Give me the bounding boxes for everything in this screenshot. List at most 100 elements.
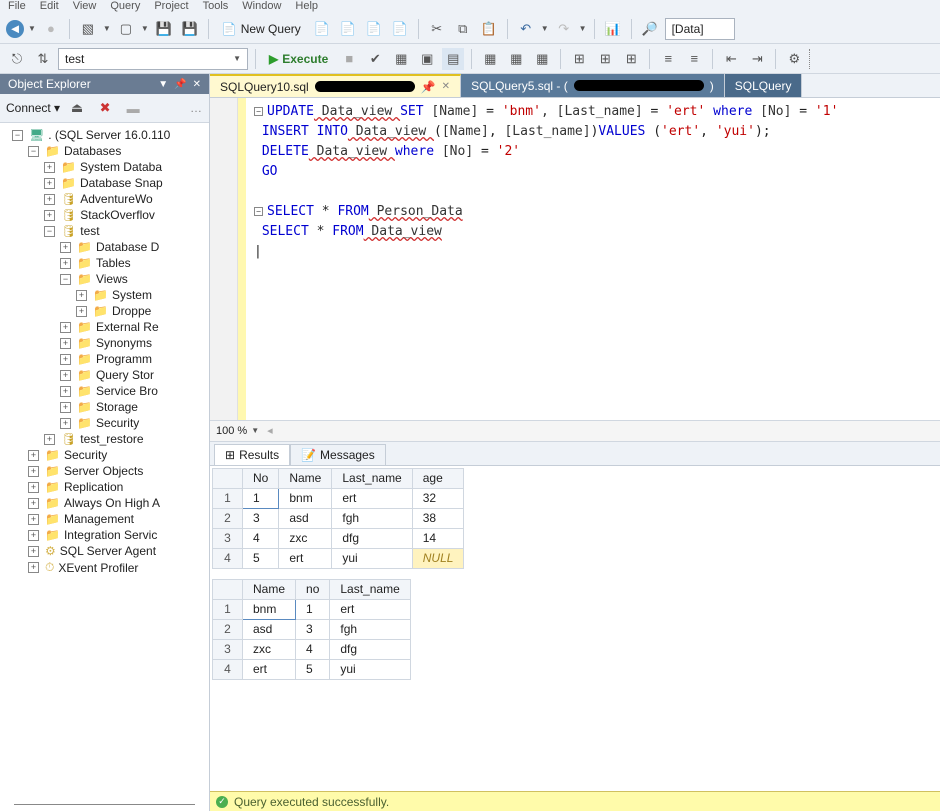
- connect-button[interactable]: Connect ▾: [6, 101, 60, 115]
- code-area[interactable]: −UPDATE Data_view SET [Name] = 'bnm', [L…: [246, 98, 940, 420]
- find-combo[interactable]: [Data]: [665, 18, 735, 40]
- database-diagrams[interactable]: +📁Database D: [0, 239, 209, 255]
- cell[interactable]: dfg: [332, 528, 412, 548]
- expand-icon[interactable]: −: [44, 226, 55, 237]
- collapse-icon[interactable]: −: [254, 107, 263, 116]
- security-folder[interactable]: +📁Security: [0, 447, 209, 463]
- back-dropdown[interactable]: ▼: [28, 24, 36, 33]
- expand-icon[interactable]: +: [60, 322, 71, 333]
- system-databases[interactable]: +📁System Databa: [0, 159, 209, 175]
- object-tree[interactable]: −🖥. (SQL Server 16.0.110−📁Databases+📁Sys…: [0, 123, 209, 798]
- column-header[interactable]: no: [296, 579, 330, 599]
- external-resources[interactable]: +📁External Re: [0, 319, 209, 335]
- forward-button[interactable]: ●: [40, 18, 62, 40]
- expand-icon[interactable]: +: [60, 242, 71, 253]
- expand-icon[interactable]: +: [28, 450, 39, 461]
- save-icon[interactable]: 💾: [153, 18, 175, 40]
- indent-icon[interactable]: ⇤: [720, 48, 742, 70]
- cell[interactable]: 1: [243, 488, 279, 508]
- dmx-query-icon[interactable]: 📄: [337, 18, 359, 40]
- sql-server-agent[interactable]: +⚙SQL Server Agent: [0, 543, 209, 559]
- expand-icon[interactable]: +: [76, 306, 87, 317]
- cell[interactable]: 32: [412, 488, 464, 508]
- collapse-icon[interactable]: −: [254, 207, 263, 216]
- menu-item[interactable]: Edit: [40, 0, 59, 12]
- results-tab[interactable]: ⊞ Results: [214, 444, 290, 465]
- menu-item[interactable]: Window: [242, 0, 281, 12]
- execute-button[interactable]: ▶ Execute: [263, 48, 334, 70]
- expand-icon[interactable]: −: [12, 130, 23, 141]
- cell[interactable]: ert: [332, 488, 412, 508]
- expand-icon[interactable]: +: [76, 290, 87, 301]
- service-broker-folder[interactable]: +📁Service Bro: [0, 383, 209, 399]
- cell[interactable]: 2: [213, 508, 243, 528]
- parse-icon[interactable]: ✔: [364, 48, 386, 70]
- table-row[interactable]: 1bnm1ert: [213, 599, 411, 619]
- cell[interactable]: bnm: [279, 488, 332, 508]
- column-header[interactable]: Name: [279, 468, 332, 488]
- expand-icon[interactable]: +: [28, 562, 39, 573]
- menu-item[interactable]: Query: [110, 0, 140, 12]
- database-snapshots[interactable]: +📁Database Snap: [0, 175, 209, 191]
- pin-tab-icon[interactable]: 📌: [421, 80, 436, 94]
- intellisense-icon[interactable]: ▤: [442, 48, 464, 70]
- splitter-grip-icon[interactable]: ◂: [267, 424, 273, 437]
- estimated-plan-icon[interactable]: ▦: [390, 48, 412, 70]
- uncomment-icon[interactable]: ≡: [683, 48, 705, 70]
- integration-services-folder[interactable]: +📁Integration Servic: [0, 527, 209, 543]
- db-security-folder[interactable]: +📁Security: [0, 415, 209, 431]
- undo-icon[interactable]: ↶: [515, 18, 537, 40]
- dropped-ledger[interactable]: +📁Droppe: [0, 303, 209, 319]
- results-grid-1[interactable]: NoNameLast_nameage11bnmert3223asdfgh3834…: [212, 468, 464, 569]
- zoom-dropdown[interactable]: ▼: [251, 426, 259, 435]
- table-row[interactable]: 4ert5yui: [213, 659, 411, 679]
- cell[interactable]: 3: [243, 508, 279, 528]
- cell[interactable]: 14: [412, 528, 464, 548]
- back-button[interactable]: ◄: [6, 20, 24, 38]
- redo-icon[interactable]: ↷: [553, 18, 575, 40]
- expand-icon[interactable]: +: [28, 530, 39, 541]
- cell[interactable]: 5: [243, 548, 279, 568]
- expand-icon[interactable]: +: [44, 194, 55, 205]
- cell[interactable]: 4: [213, 548, 243, 568]
- column-header[interactable]: Last_name: [330, 579, 410, 599]
- paste-icon[interactable]: 📋: [478, 18, 500, 40]
- cell[interactable]: 2: [213, 619, 243, 639]
- server-node[interactable]: −🖥. (SQL Server 16.0.110: [0, 127, 209, 143]
- expand-icon[interactable]: +: [60, 402, 71, 413]
- menu-item[interactable]: Project: [154, 0, 188, 12]
- expand-icon[interactable]: +: [44, 178, 55, 189]
- use-db-icon[interactable]: ⎋: [6, 48, 28, 70]
- change-connection-icon[interactable]: ⇅: [32, 48, 54, 70]
- results-text-icon[interactable]: ⊞: [568, 48, 590, 70]
- cell[interactable]: 4: [213, 659, 243, 679]
- cell[interactable]: dfg: [330, 639, 410, 659]
- tab-overflow[interactable]: SQLQuery: [725, 74, 803, 97]
- results-grid-icon[interactable]: ⊞: [594, 48, 616, 70]
- save-all-icon[interactable]: 💾: [179, 18, 201, 40]
- zoom-level[interactable]: 100 %: [216, 425, 247, 437]
- table-row[interactable]: 45ertyuiNULL: [213, 548, 464, 568]
- menu-item[interactable]: View: [73, 0, 97, 12]
- table-row[interactable]: 2asd3fgh: [213, 619, 411, 639]
- copy-icon[interactable]: ⧉: [452, 18, 474, 40]
- cell[interactable]: 38: [412, 508, 464, 528]
- management-folder[interactable]: +📁Management: [0, 511, 209, 527]
- expand-icon[interactable]: +: [28, 482, 39, 493]
- query-store-folder[interactable]: +📁Query Stor: [0, 367, 209, 383]
- xmla-query-icon[interactable]: 📄: [363, 18, 385, 40]
- column-header[interactable]: No: [243, 468, 279, 488]
- close-panel-icon[interactable]: ✕: [193, 79, 201, 90]
- db-adventureworks[interactable]: +🛢AdventureWo: [0, 191, 209, 207]
- cell[interactable]: 3: [296, 619, 330, 639]
- query-options-icon[interactable]: ▣: [416, 48, 438, 70]
- column-header[interactable]: Name: [243, 579, 296, 599]
- cell[interactable]: bnm: [243, 599, 296, 619]
- table-row[interactable]: 34zxcdfg14: [213, 528, 464, 548]
- expand-icon[interactable]: +: [44, 210, 55, 221]
- results-file-icon[interactable]: ⊞: [620, 48, 642, 70]
- toolbar-overflow[interactable]: [809, 49, 815, 69]
- expand-icon[interactable]: +: [44, 162, 55, 173]
- new-project-icon[interactable]: ▧: [77, 18, 99, 40]
- tab-sqlquery10[interactable]: SQLQuery10.sql 📌 ✕: [210, 74, 461, 97]
